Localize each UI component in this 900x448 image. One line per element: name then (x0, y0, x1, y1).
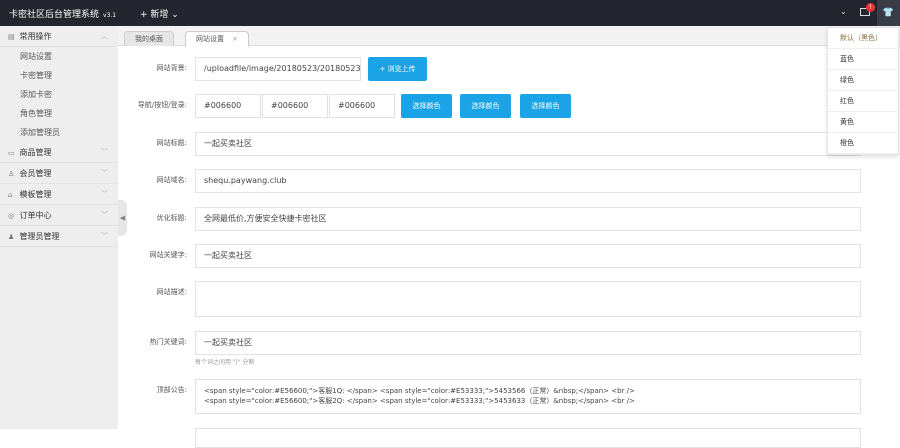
theme-option-green[interactable]: 绿色 (828, 70, 898, 91)
group-label: 订单中心 (19, 211, 52, 220)
notice-line: <span style="color:#E56600;">客服1Q: </spa… (204, 387, 635, 395)
theme-shirt-icon[interactable]: 👕 (877, 0, 900, 26)
group-label: 管理员管理 (19, 232, 60, 241)
pick-color-button[interactable]: 选择颜色 (401, 94, 452, 118)
upload-button[interactable]: + 浏览上传 (368, 57, 427, 81)
notice-textarea[interactable]: <span style="color:#E56600;">客服1Q: </spa… (195, 379, 861, 414)
next-field[interactable] (195, 428, 861, 448)
pick-color-button[interactable]: 选择颜色 (460, 94, 511, 118)
chevron-down-icon: ﹀ (101, 211, 108, 219)
new-button[interactable]: + 新增 ⌄ (140, 7, 179, 20)
button-color-input[interactable]: #006600 (262, 94, 328, 118)
domain-input[interactable]: shequ.paywang.club (195, 169, 861, 193)
chevron-down-icon: ﹀ (101, 190, 108, 198)
chevron-down-icon: ﹀ (101, 232, 108, 240)
sidebar-group-products[interactable]: ▭ 商品管理 ﹀ (0, 142, 118, 163)
pick-color-button[interactable]: 选择颜色 (520, 94, 571, 118)
label: 网站域名: (156, 176, 187, 184)
label: 网站标题: (156, 139, 187, 147)
tab-label: 我的桌面 (135, 35, 163, 43)
label: 优化标题: (156, 214, 187, 222)
tab-site-settings[interactable]: 网站设置 × (185, 31, 249, 47)
nav-color-input[interactable]: #006600 (195, 94, 261, 118)
group-label: 常用操作 (19, 32, 52, 41)
sidebar-group-common[interactable]: ▤ 常用操作 ︿ (0, 26, 118, 47)
sidebar-group-orders[interactable]: ◎ 订单中心 ﹀ (0, 205, 118, 226)
notice-line: <span style="color:#E56600;">客服2Q: </spa… (204, 397, 635, 405)
label: 导航/按钮/登录: (137, 101, 187, 109)
product-icon: ▭ (8, 149, 15, 157)
sidebar-group-templates[interactable]: ⌂ 模板管理 ﹀ (0, 184, 118, 205)
sidebar-group-admins[interactable]: ♟ 管理员管理 ﹀ (0, 226, 118, 247)
group-label: 商品管理 (19, 148, 52, 157)
group-label: 模板管理 (19, 190, 52, 199)
admin-icon: ♟ (8, 233, 15, 241)
title-text: 卡密社区后台管理系统 (9, 10, 100, 20)
version: v3.1 (103, 12, 117, 19)
top-bar: 卡密社区后台管理系统 v3.1 + 新增 ⌄ ⌄ ! 👕 (0, 0, 900, 26)
template-icon: ⌂ (8, 191, 13, 199)
sidebar-item-site-settings[interactable]: 网站设置 (0, 47, 118, 66)
site-title-input[interactable]: 一起买卖社区 (195, 132, 861, 156)
description-textarea[interactable] (195, 281, 861, 317)
theme-option-default[interactable]: 默认（黑色） (828, 28, 898, 49)
sidebar-group-members[interactable]: ♙ 会员管理 ﹀ (0, 163, 118, 184)
sidebar-item-add-admin[interactable]: 添加管理员 (0, 123, 118, 142)
chevron-up-icon: ︿ (101, 32, 108, 40)
chevron-down-icon: ﹀ (101, 169, 108, 177)
label: 网站背景: (156, 64, 187, 72)
label: 网站关键字: (149, 251, 187, 259)
chevron-down-icon: ﹀ (101, 148, 108, 156)
hot-keywords-input[interactable]: 一起买卖社区 (195, 331, 861, 355)
label: 网站描述: (156, 288, 187, 296)
sidebar-item-roles[interactable]: 角色管理 (0, 104, 118, 123)
keywords-input[interactable]: 一起买卖社区 (195, 244, 861, 268)
sidebar-item-card-manage[interactable]: 卡密管理 (0, 66, 118, 85)
close-icon[interactable]: × (232, 35, 238, 43)
chevron-down-icon[interactable]: ⌄ (840, 7, 847, 16)
notification-badge: ! (866, 3, 875, 12)
theme-option-red[interactable]: 红色 (828, 91, 898, 112)
user-icon: ♙ (8, 170, 15, 178)
order-icon: ◎ (8, 212, 15, 220)
hint-text: 每个词之间用 "|" 分割 (195, 359, 255, 366)
theme-option-orange[interactable]: 橙色 (828, 133, 898, 154)
tab-desktop[interactable]: 我的桌面 (124, 31, 174, 46)
tab-bar: 我的桌面 网站设置 × (118, 26, 900, 47)
tab-label: 网站设置 (196, 35, 224, 43)
label: 热门关键词: (149, 338, 187, 346)
login-color-input[interactable]: #006600 (329, 94, 395, 118)
seo-title-input[interactable]: 全网最低价,方便安全快捷卡密社区 (195, 207, 861, 231)
label: 顶部公告: (156, 386, 187, 394)
list-icon: ▤ (8, 33, 15, 41)
sidebar-item-add-card[interactable]: 添加卡密 (0, 85, 118, 104)
theme-option-blue[interactable]: 蓝色 (828, 49, 898, 70)
sidebar: ▤ 常用操作 ︿ 网站设置 卡密管理 添加卡密 角色管理 添加管理员 ▭ 商品管理… (0, 26, 118, 429)
app-title: 卡密社区后台管理系统 v3.1 (9, 7, 116, 20)
theme-dropdown: 默认（黑色） 蓝色 绿色 红色 黄色 橙色 (827, 27, 899, 155)
group-label: 会员管理 (19, 169, 52, 178)
theme-option-yellow[interactable]: 黄色 (828, 112, 898, 133)
background-input[interactable]: /uploadfile/image/20180523/20180523 (195, 57, 361, 81)
